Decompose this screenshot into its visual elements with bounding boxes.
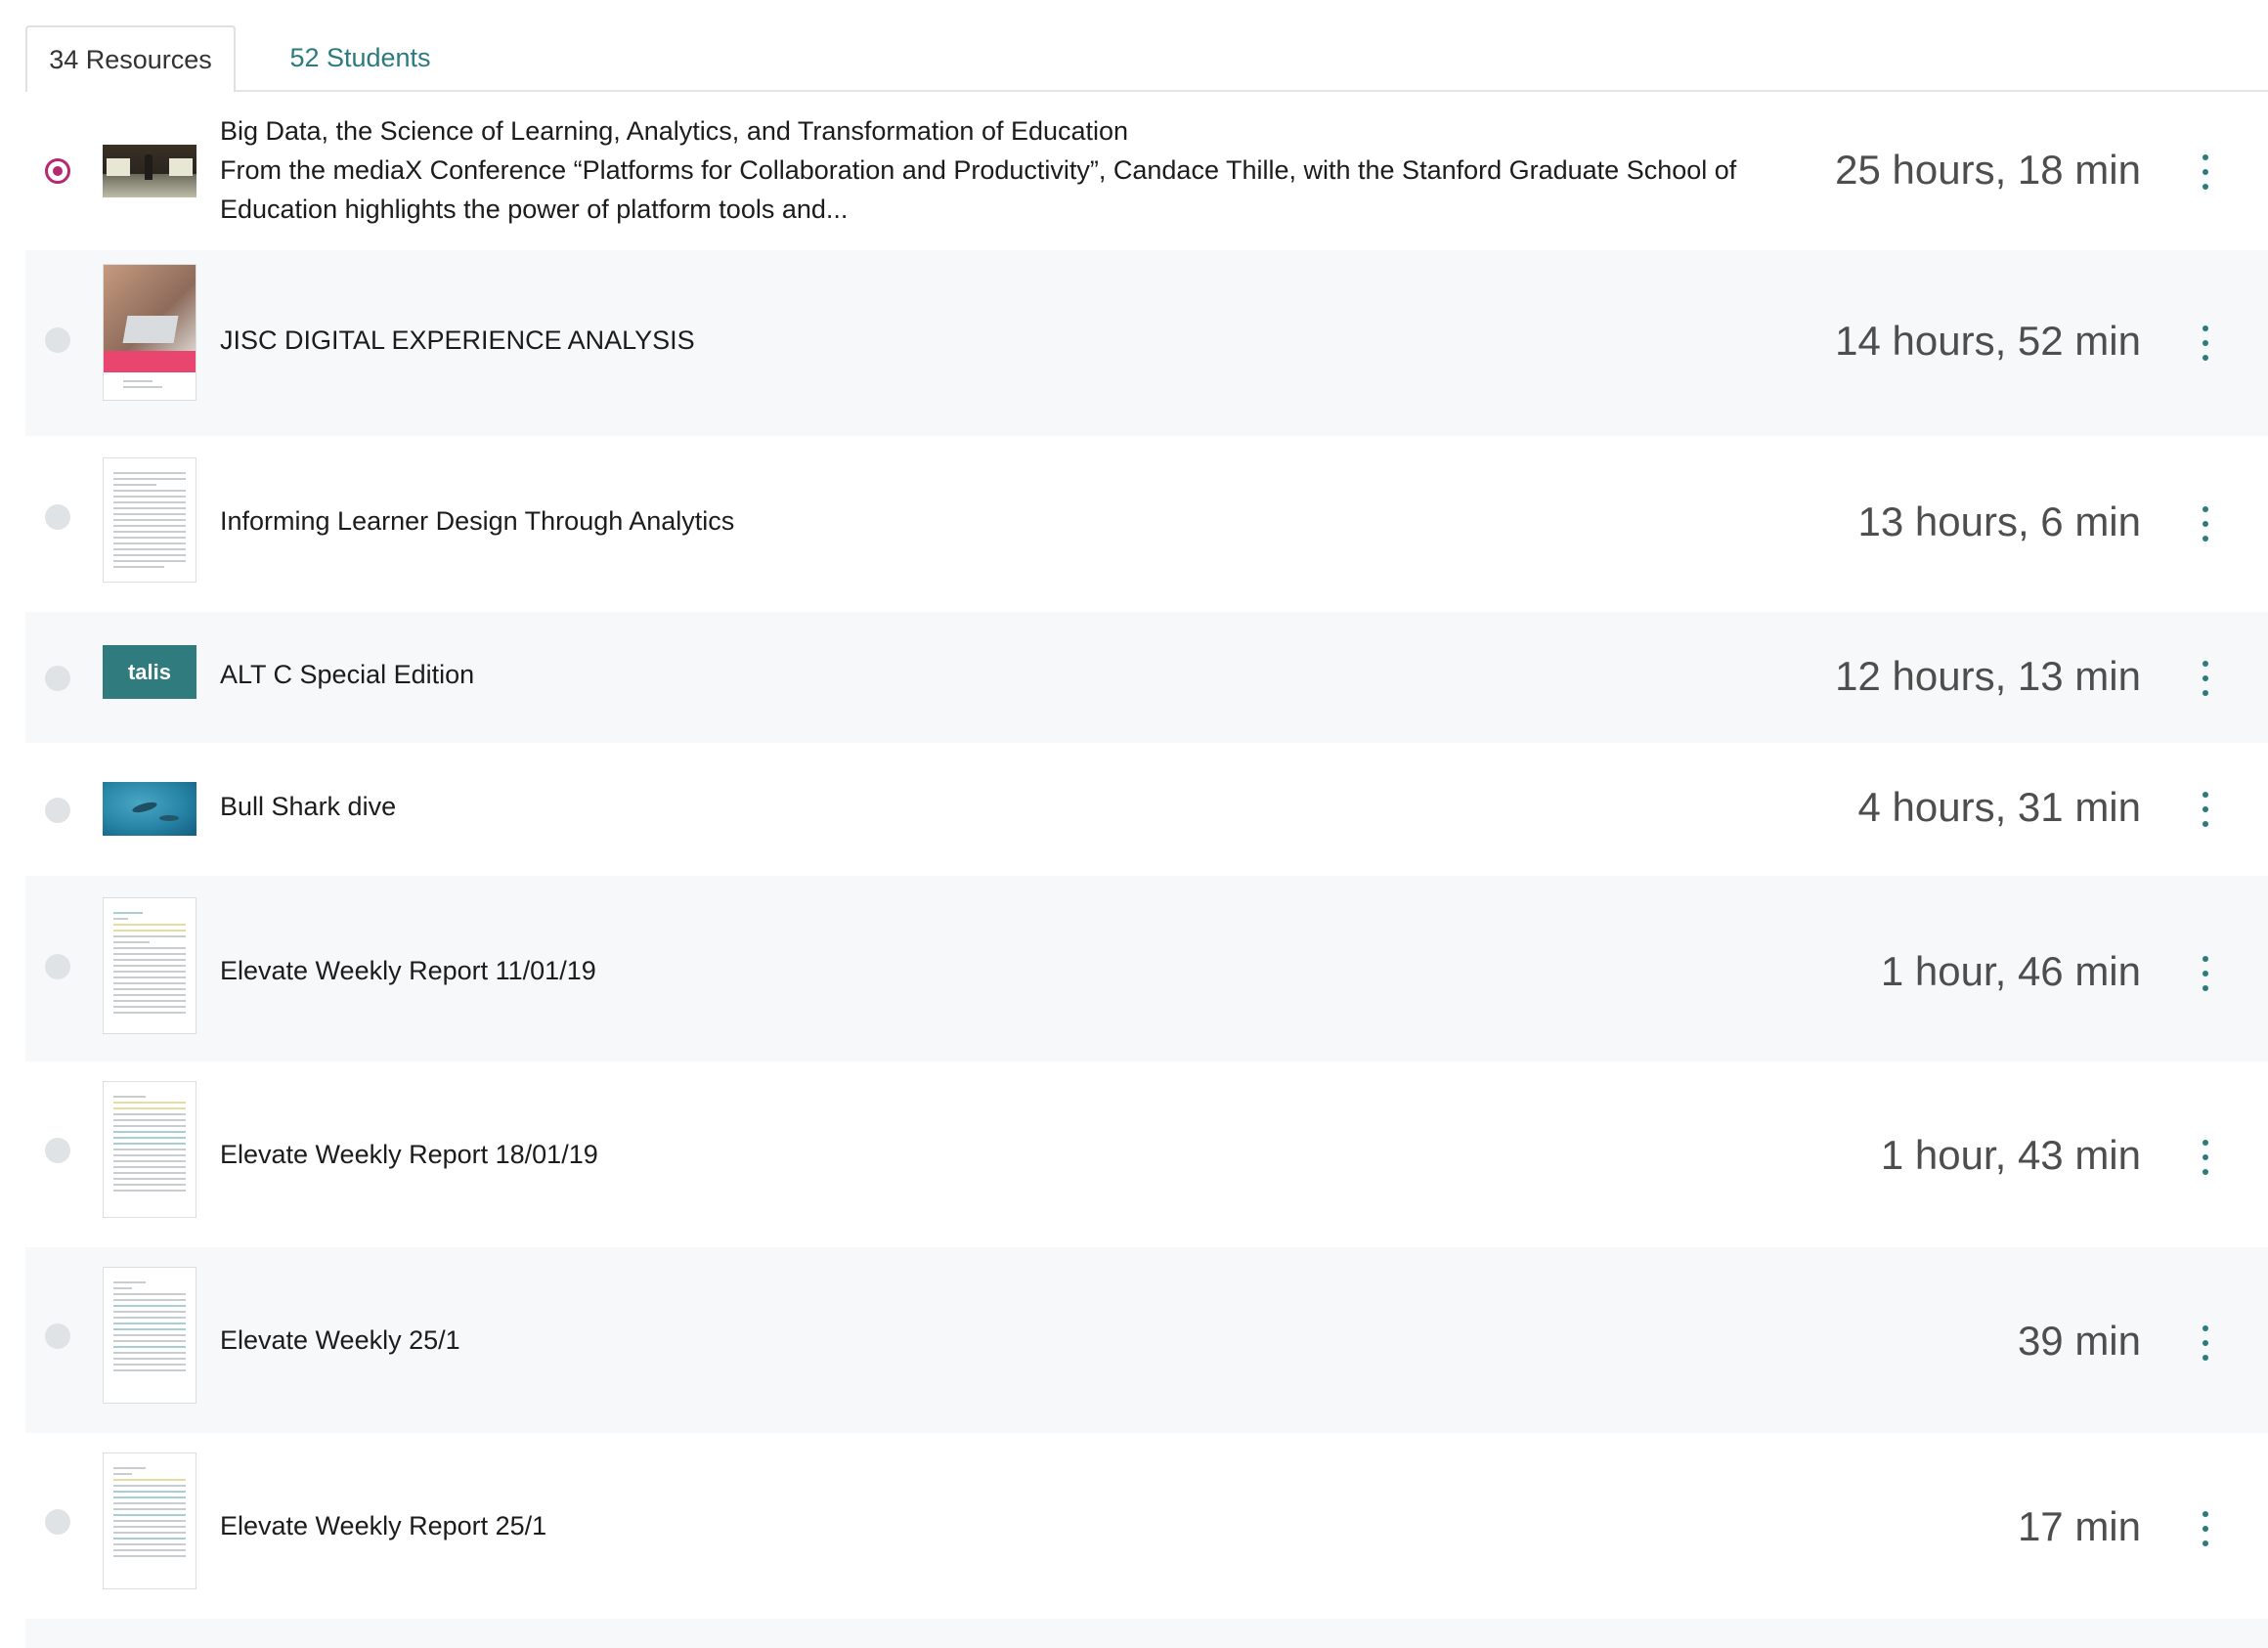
list-item[interactable]: Elevate Weekly Report 18/01/19 1 hour, 4… [25,1062,2268,1247]
list-item[interactable]: Informing Learner Design Through Analyti… [25,436,2268,612]
more-options-icon[interactable] [2196,506,2215,542]
list-item[interactable]: Big Data, the Science of Learning, Analy… [25,92,2268,250]
select-radio[interactable] [45,1509,70,1535]
more-options-icon[interactable] [2196,154,2215,190]
select-radio[interactable] [45,158,70,184]
resource-title[interactable]: Big Data, the Science of Learning, Analy… [220,111,1784,151]
list-item[interactable]: Elevate Weekly Report 25/1 17 min [25,1433,2268,1619]
list-item [25,1619,2268,1648]
video-thumbnail[interactable] [103,145,196,197]
tab-resources[interactable]: 34 Resources [25,25,236,92]
report-cover-thumbnail[interactable] [103,264,196,401]
talis-logo-thumbnail[interactable]: talis [103,645,196,699]
more-options-icon[interactable] [2196,1140,2215,1175]
more-options-icon[interactable] [2196,792,2215,827]
select-radio[interactable] [45,1323,70,1349]
document-thumbnail[interactable] [103,1453,196,1589]
resource-title[interactable]: Elevate Weekly 25/1 [220,1321,460,1360]
resource-duration: 17 min [2017,1503,2141,1549]
document-thumbnail[interactable] [103,897,196,1034]
resource-title[interactable]: Bull Shark dive [220,787,396,826]
resource-duration: 1 hour, 43 min [1880,1132,2141,1178]
select-radio[interactable] [45,327,70,353]
resource-title[interactable]: Informing Learner Design Through Analyti… [220,501,734,541]
more-options-icon[interactable] [2196,1325,2215,1361]
resource-description: From the mediaX Conference “Platforms fo… [220,155,1737,224]
more-options-icon[interactable] [2196,1511,2215,1546]
resource-list: Big Data, the Science of Learning, Analy… [25,92,2268,1648]
list-item[interactable]: JISC DIGITAL EXPERIENCE ANALYSIS 14 hour… [25,250,2268,436]
select-radio[interactable] [45,1138,70,1163]
select-radio[interactable] [45,798,70,823]
resource-duration: 14 hours, 52 min [1835,318,2141,364]
resource-duration: 39 min [2017,1318,2141,1364]
resource-duration: 1 hour, 46 min [1880,948,2141,994]
select-radio[interactable] [45,504,70,530]
list-item[interactable]: Elevate Weekly 25/1 39 min [25,1247,2268,1433]
resource-title-block: Big Data, the Science of Learning, Analy… [220,111,1784,229]
resource-title[interactable]: ALT C Special Edition [220,655,474,694]
document-thumbnail[interactable] [103,1267,196,1404]
list-item[interactable]: talis ALT C Special Edition 12 hours, 13… [25,612,2268,743]
list-item[interactable]: Bull Shark dive 4 hours, 31 min [25,743,2268,876]
resource-title[interactable]: Elevate Weekly Report 11/01/19 [220,951,596,990]
resource-duration: 4 hours, 31 min [1857,784,2142,830]
resource-title[interactable]: Elevate Weekly Report 25/1 [220,1506,546,1545]
resource-title[interactable]: JISC DIGITAL EXPERIENCE ANALYSIS [220,321,695,360]
document-thumbnail[interactable] [103,457,196,583]
more-options-icon[interactable] [2196,325,2215,361]
resource-duration: 13 hours, 6 min [1857,499,2142,544]
select-radio[interactable] [45,666,70,691]
more-options-icon[interactable] [2196,956,2215,991]
resource-duration: 12 hours, 13 min [1835,653,2141,699]
more-options-icon[interactable] [2196,661,2215,696]
document-thumbnail[interactable] [103,1081,196,1218]
tab-students[interactable]: 52 Students [236,25,485,90]
resource-title[interactable]: Elevate Weekly Report 18/01/19 [220,1135,598,1174]
resource-tabs: 34 Resources 52 Students [25,25,2268,92]
select-radio[interactable] [45,954,70,979]
list-item[interactable]: Elevate Weekly Report 11/01/19 1 hour, 4… [25,876,2268,1062]
resource-duration: 25 hours, 18 min [1835,147,2141,193]
video-thumbnail[interactable] [103,782,196,836]
